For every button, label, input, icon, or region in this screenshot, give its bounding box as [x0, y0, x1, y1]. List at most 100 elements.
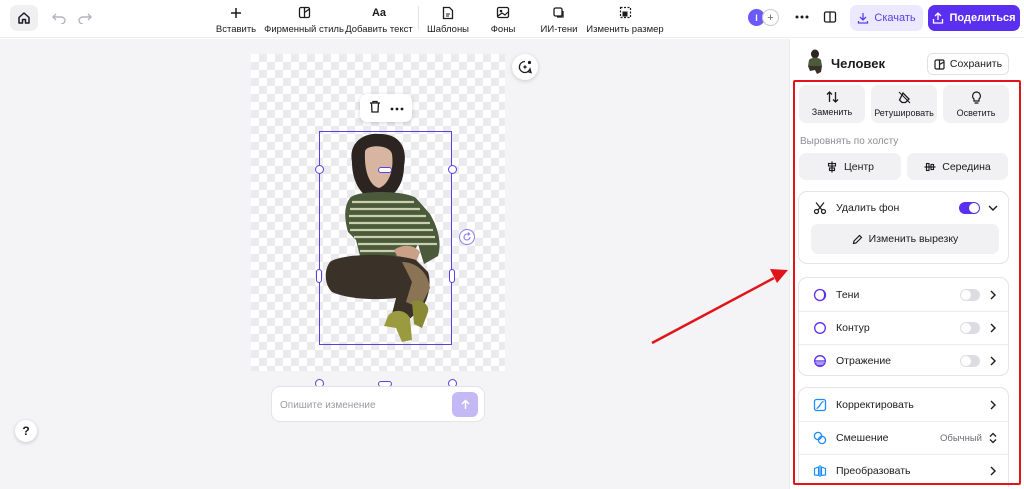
save-label: Сохранить	[949, 58, 1003, 70]
retouch-button[interactable]: Ретушировать	[871, 85, 937, 123]
chevron-right-icon[interactable]	[988, 465, 998, 477]
home-icon	[18, 12, 30, 24]
more-horizontal-icon	[390, 107, 403, 111]
reflection-label: Отражение	[836, 355, 892, 367]
align-middle-label: Середина	[942, 160, 991, 173]
element-more-button[interactable]	[390, 101, 404, 115]
edit-prompt-box	[271, 386, 485, 422]
save-element-button[interactable]: Сохранить	[927, 53, 1009, 75]
remove-background-toggle[interactable]	[959, 202, 980, 214]
top-toolbar: Вставить Фирменный стиль Aa Добавить тек…	[0, 0, 1024, 38]
home-button[interactable]	[10, 5, 38, 31]
adjust-label: Корректировать	[836, 399, 914, 411]
download-button[interactable]: Скачать	[850, 5, 923, 31]
resize-handle-top[interactable]	[378, 167, 392, 173]
align-middle-button[interactable]: Середина	[907, 153, 1008, 180]
replace-button[interactable]: Заменить	[799, 85, 865, 123]
help-button[interactable]: ?	[15, 420, 37, 442]
adjust-row[interactable]: Корректировать	[799, 389, 1008, 421]
pencil-icon	[852, 234, 863, 244]
more-options-button[interactable]	[795, 9, 809, 28]
insert-tool[interactable]: Вставить	[216, 5, 256, 35]
save-style-icon	[934, 58, 945, 70]
resize-handle-top-right[interactable]	[448, 165, 457, 174]
element-thumbnail	[808, 49, 822, 74]
edit-prompt-input[interactable]	[280, 396, 450, 414]
ai-shadow-icon	[553, 6, 564, 18]
chevron-right-icon[interactable]	[988, 355, 998, 367]
selection-box[interactable]	[319, 131, 452, 345]
resize-icon	[619, 6, 631, 19]
download-icon	[858, 13, 869, 24]
text-icon: Aa	[371, 6, 387, 19]
blend-mode-value[interactable]: Обычный	[940, 433, 982, 444]
remove-background-row: Удалить фон	[799, 192, 1008, 224]
chat-sparkle-icon	[518, 60, 532, 74]
plus-icon: +	[767, 11, 774, 24]
trash-icon	[369, 100, 380, 113]
adjust-card: Корректировать Смешение Обычный Преобраз…	[798, 387, 1009, 487]
reflection-toggle[interactable]	[960, 355, 980, 367]
resize-tool[interactable]: Изменить размер	[586, 5, 664, 35]
undo-button[interactable]	[50, 9, 68, 27]
brand-style-tool[interactable]: Фирменный стиль	[264, 5, 344, 35]
rotate-icon	[463, 232, 471, 241]
invite-user-button[interactable]: +	[762, 9, 779, 26]
blend-icon	[813, 431, 827, 445]
resize-label: Изменить размер	[586, 24, 664, 35]
toggle-panel-button[interactable]	[823, 10, 837, 27]
ai-shadows-tool[interactable]: ИИ-тени	[540, 5, 578, 35]
replace-label: Заменить	[811, 107, 853, 117]
brand-style-icon	[298, 6, 310, 19]
download-label: Скачать	[874, 12, 916, 24]
outline-row[interactable]: Контур	[799, 312, 1008, 344]
swap-icon	[826, 91, 838, 103]
rotate-handle[interactable]	[459, 229, 475, 245]
chevron-down-icon[interactable]	[988, 202, 998, 214]
resize-handle-top-left[interactable]	[315, 165, 324, 174]
shadow-row[interactable]: Тени	[799, 279, 1008, 311]
templates-tool[interactable]: Шаблоны	[427, 5, 470, 35]
relight-button[interactable]: Осветить	[943, 85, 1009, 123]
brand-style-label: Фирменный стиль	[264, 24, 344, 35]
templates-label: Шаблоны	[427, 24, 470, 35]
redo-icon	[78, 13, 92, 24]
add-text-tool[interactable]: Aa Добавить текст	[345, 5, 413, 36]
chevron-right-icon[interactable]	[988, 399, 998, 411]
transform-label: Преобразовать	[836, 465, 911, 477]
redo-button[interactable]	[76, 9, 94, 27]
scissors-icon	[813, 201, 827, 215]
chevron-right-icon[interactable]	[988, 322, 998, 334]
transform-row[interactable]: Преобразовать	[799, 455, 1008, 487]
align-middle-icon	[924, 162, 936, 171]
reflection-row[interactable]: Отражение	[799, 345, 1008, 377]
delete-button[interactable]	[369, 100, 381, 116]
resize-handle-right[interactable]	[449, 269, 455, 283]
sidebar-icon	[823, 11, 837, 23]
align-center-label: Центр	[843, 160, 875, 173]
share-button[interactable]: Поделиться	[928, 5, 1020, 31]
outline-toggle[interactable]	[960, 322, 980, 334]
chevron-up-down-icon[interactable]	[988, 432, 998, 444]
prompt-send-button[interactable]	[452, 392, 478, 417]
shadow-toggle[interactable]	[960, 289, 980, 301]
adjust-icon	[813, 398, 827, 412]
toolbar-divider	[418, 6, 419, 30]
resize-handle-left[interactable]	[316, 269, 322, 283]
shadow-label: Тени	[836, 289, 860, 301]
chevron-right-icon[interactable]	[988, 289, 998, 301]
blend-label: Смешение	[836, 432, 889, 444]
relight-label: Осветить	[956, 107, 996, 118]
templates-icon	[442, 6, 454, 19]
element-floating-toolbar	[360, 94, 412, 122]
align-section-label: Выровнять по холсту	[800, 136, 899, 147]
align-center-icon	[827, 161, 837, 172]
more-horizontal-icon	[795, 15, 809, 19]
backgrounds-tool[interactable]: Фоны	[490, 5, 516, 35]
align-center-button[interactable]: Центр	[799, 153, 901, 180]
blend-row[interactable]: Смешение Обычный	[799, 422, 1008, 454]
remove-background-label: Удалить фон	[836, 202, 900, 214]
edit-cutout-button[interactable]: Изменить вырезку	[811, 224, 999, 254]
ai-assistant-button[interactable]	[512, 54, 538, 80]
plus-icon	[231, 7, 241, 18]
